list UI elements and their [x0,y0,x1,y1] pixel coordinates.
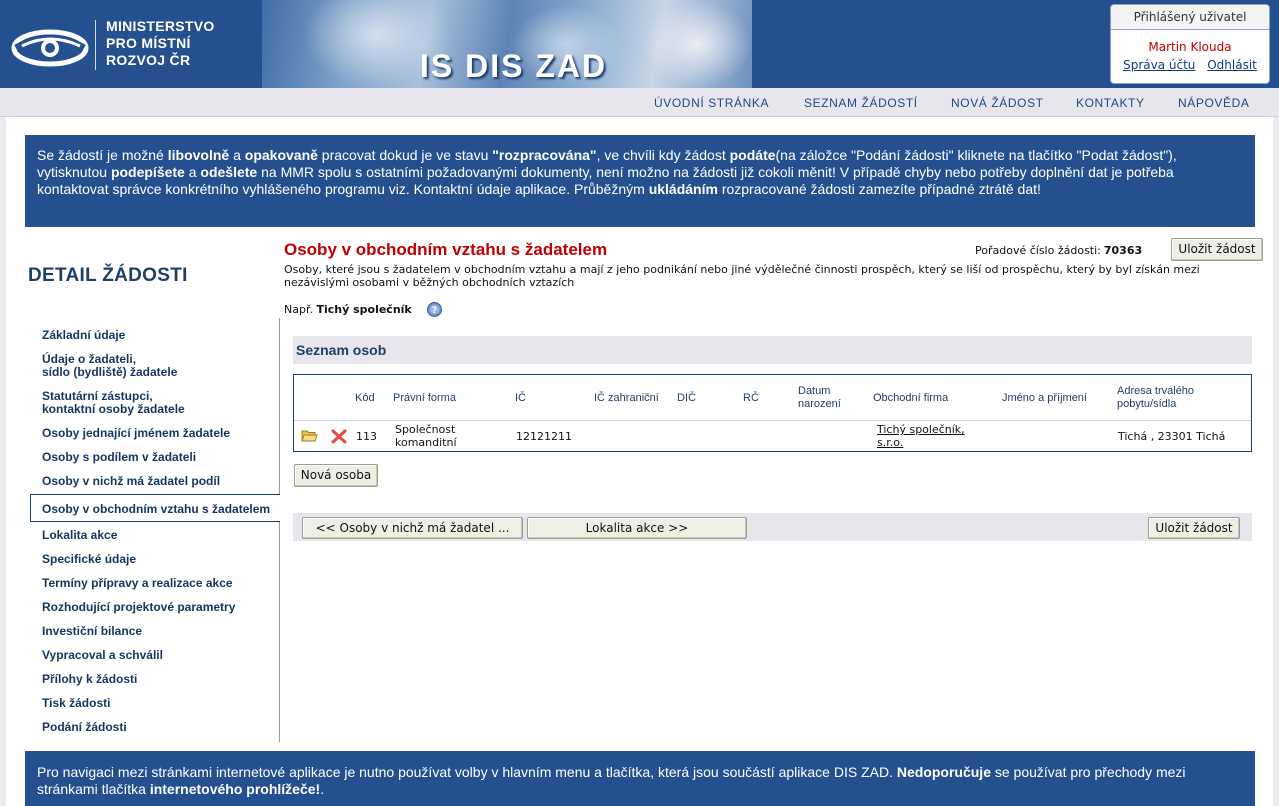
order-number: 70363 [1103,244,1143,257]
column-header-code: Kód [355,391,375,404]
column-header-rc: RČ [743,391,759,404]
ministry-line-2: PRO MÍSTNÍ [106,35,191,51]
page-description: Osoby, které jsou s žadatelem v obchodní… [284,263,1200,289]
user-box-title: Přihlášený uživatel [1111,5,1269,30]
nav-new-request[interactable]: NOVÁ ŽÁDOST [951,96,1044,110]
save-request-button-bottom[interactable]: Uložit žádost [1148,517,1240,539]
info-notice-top: Se žádostí je možné libovolně a opakovan… [25,135,1255,227]
header: MINISTERSTVO PRO MÍSTNÍ ROZVOJ ČR IS DIS… [0,0,1279,88]
row-legal-form: Společnost komanditní [395,423,457,449]
column-header-legal-form: Právní forma [393,391,456,404]
logout-link[interactable]: Odhlásit [1207,58,1257,72]
left-margin [0,117,6,806]
previous-section-button[interactable]: << Osoby v nichž má žadatel ... [302,517,523,539]
user-links: Správa účtu Odhlásit [1111,58,1269,72]
user-box: Přihlášený uživatel Martin Klouda Správa… [1110,4,1270,84]
column-header-birth-date: Datum narození [798,385,841,410]
sidebar-divider [279,318,280,742]
sidebar-item-business-relations[interactable]: Osoby v obchodním vztahu s žadatelem [30,494,280,522]
person-list-header: Seznam osob [293,336,1252,364]
nav-help[interactable]: NÁPOVĚDA [1178,96,1250,110]
user-name: Martin Klouda [1148,40,1232,54]
row-company-link[interactable]: Tichý společník, s.r.o. [877,423,982,449]
save-request-button-top[interactable]: Uložit žádost [1171,238,1263,261]
sidebar-item-schedule[interactable]: Termíny přípravy a realizace akce [42,577,233,590]
row-address: Tichá , 23301 Tichá [1118,430,1226,443]
top-navigation: ÚVODNÍ STRÁNKA SEZNAM ŽÁDOSTÍ NOVÁ ŽÁDOS… [0,88,1279,117]
row-code: 113 [356,430,377,443]
sidebar-item-specific-data[interactable]: Specifické údaje [42,553,136,566]
sidebar-item-prepared-approved[interactable]: Vypracoval a schválil [42,649,163,662]
open-folder-icon[interactable] [301,428,318,443]
app-title: IS DIS ZAD [420,48,608,84]
info-notice-bottom: Pro navigaci mezi stránkami internetové … [25,751,1255,806]
sidebar-item-location[interactable]: Lokalita akce [42,529,117,542]
right-margin [1273,117,1279,806]
sidebar-item-acting-persons[interactable]: Osoby jednající jménem žadatele [42,427,230,440]
account-settings-link[interactable]: Správa účtu [1123,58,1195,72]
sidebar-title: DETAIL ŽÁDOSTI [28,265,188,286]
sidebar-item-submission[interactable]: Podání žádosti [42,721,127,734]
sidebar-item-statutory-reps[interactable]: Statutární zástupci, kontaktní osoby žada… [42,390,185,416]
column-header-name: Jméno a příjmení [1002,391,1087,404]
next-section-button[interactable]: Lokalita akce >> [527,517,747,539]
sidebar-item-investment-balance[interactable]: Investiční bilance [42,625,142,638]
sidebar-item-print[interactable]: Tisk žádosti [42,697,110,710]
table-header-separator [294,420,1251,421]
persons-table: Kód Právní forma IČ IČ zahraniční DIČ RČ… [293,374,1252,452]
sidebar-item-project-parameters[interactable]: Rozhodující projektové parametry [42,601,235,614]
order-number-label: Pořadové číslo žádosti: 70363 [975,244,1143,257]
sidebar-item-holdings[interactable]: Osoby v nichž má žadatel podíl [42,475,220,488]
nav-request-list[interactable]: SEZNAM ŽÁDOSTÍ [804,96,918,110]
column-header-address: Adresa trvalého pobytu/sídla [1117,385,1195,410]
help-icon[interactable]: ? [427,302,442,317]
new-person-button[interactable]: Nová osoba [294,464,378,487]
column-header-dic: DIČ [677,391,696,404]
ministry-logo-area: MINISTERSTVO PRO MÍSTNÍ ROZVOJ ČR [0,0,262,88]
ministry-line-3: ROZVOJ ČR [106,52,191,68]
delete-icon[interactable] [331,429,347,444]
column-header-ic: IČ [515,391,526,404]
nav-contacts[interactable]: KONTAKTY [1076,96,1145,110]
sidebar-item-shareholders[interactable]: Osoby s podílem v žadateli [42,451,196,464]
sidebar-item-basic-info[interactable]: Základní údaje [42,329,125,342]
column-header-company: Obchodní firma [873,391,949,404]
nav-home[interactable]: ÚVODNÍ STRÁNKA [654,96,769,110]
logo-separator [95,20,96,70]
column-header-ic-foreign: IČ zahraniční [594,391,659,404]
row-ic: 12121211 [516,430,572,443]
svg-text:?: ? [432,306,437,316]
ministry-logo-icon [11,29,89,67]
example-text: Např. Tichý společník [284,303,412,316]
ministry-name: MINISTERSTVO PRO MÍSTNÍ ROZVOJ ČR [106,18,215,69]
sidebar-item-applicant-info[interactable]: Údaje o žadateli, sídlo (bydliště) žadate… [42,353,177,379]
page-title: Osoby v obchodním vztahu s žadatelem [284,240,608,259]
sidebar-item-attachments[interactable]: Přílohy k žádosti [42,673,137,686]
ministry-line-1: MINISTERSTVO [106,18,215,34]
